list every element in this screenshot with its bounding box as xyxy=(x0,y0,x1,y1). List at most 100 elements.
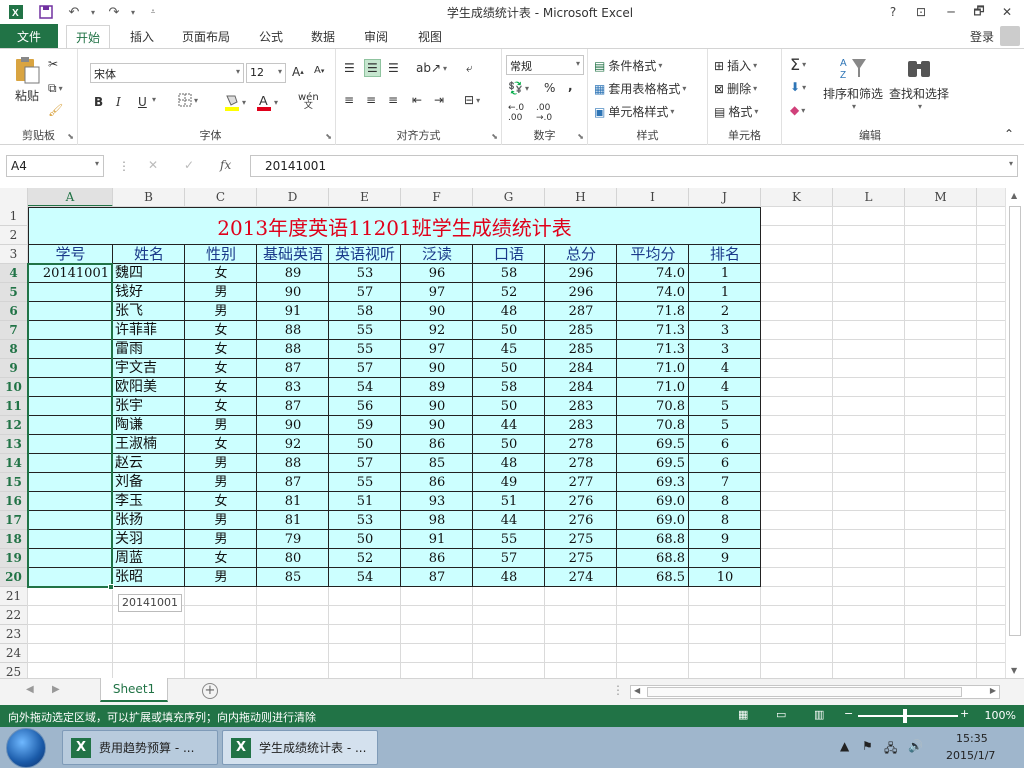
table-cell[interactable]: 74.0 xyxy=(617,264,689,283)
header-cell[interactable]: 性别 xyxy=(185,245,257,264)
grow-font-button[interactable]: A ▴ xyxy=(292,65,304,79)
table-cell[interactable]: 6 xyxy=(689,435,761,454)
login-link[interactable]: 登录 xyxy=(970,28,994,45)
table-cell[interactable]: 10 xyxy=(689,568,761,587)
scroll-left-icon[interactable]: ◀ xyxy=(634,686,640,695)
table-cell[interactable]: 69.0 xyxy=(617,511,689,530)
underline-button[interactable]: U xyxy=(138,95,147,109)
table-cell[interactable]: 53 xyxy=(329,264,401,283)
table-cell[interactable]: 1 xyxy=(689,264,761,283)
table-cell[interactable]: 86 xyxy=(401,549,473,568)
row-header-17[interactable]: 17 xyxy=(0,511,28,530)
next-sheet-icon[interactable]: ▶ xyxy=(52,684,60,695)
column-header-h[interactable]: H xyxy=(545,188,617,207)
table-cell[interactable]: 285 xyxy=(545,321,617,340)
table-cell[interactable]: 57 xyxy=(329,454,401,473)
page-break-view-icon[interactable]: ▥ xyxy=(814,708,824,721)
table-cell[interactable]: 3 xyxy=(689,321,761,340)
table-cell[interactable]: 51 xyxy=(329,492,401,511)
table-cell[interactable]: 8 xyxy=(689,511,761,530)
table-cell[interactable]: 69.5 xyxy=(617,435,689,454)
row-header-13[interactable]: 13 xyxy=(0,435,28,454)
table-cell[interactable]: 1 xyxy=(689,283,761,302)
table-cell[interactable]: 79 xyxy=(257,530,329,549)
ribbon-display-options-icon[interactable]: ⊡ xyxy=(910,3,932,21)
clipboard-launcher-icon[interactable]: ⬊ xyxy=(67,132,74,141)
row-header-11[interactable]: 11 xyxy=(0,397,28,416)
table-cell[interactable]: 91 xyxy=(401,530,473,549)
zoom-level[interactable]: 100% xyxy=(985,709,1016,722)
table-cell[interactable]: 张飞 xyxy=(113,302,185,321)
table-cell[interactable]: 54 xyxy=(329,568,401,587)
row-header-1[interactable]: 1 xyxy=(0,207,28,226)
table-cell[interactable]: 277 xyxy=(545,473,617,492)
table-cell[interactable]: 81 xyxy=(257,511,329,530)
row-header-14[interactable]: 14 xyxy=(0,454,28,473)
decrease-decimal-button[interactable]: .00 →.0 xyxy=(536,103,552,123)
table-cell[interactable]: 女 xyxy=(185,549,257,568)
table-cell[interactable]: 93 xyxy=(401,492,473,511)
vertical-scrollbar[interactable]: ▲ ▼ xyxy=(1005,188,1024,678)
table-cell[interactable]: 68.5 xyxy=(617,568,689,587)
flag-icon[interactable]: ⚑ xyxy=(862,739,873,753)
table-cell[interactable]: 283 xyxy=(545,397,617,416)
table-cell[interactable]: 52 xyxy=(329,549,401,568)
bottom-align-button[interactable]: ☰ xyxy=(388,61,399,75)
table-cell[interactable]: 54 xyxy=(329,378,401,397)
table-cell[interactable]: 71.3 xyxy=(617,321,689,340)
row-header-16[interactable]: 16 xyxy=(0,492,28,511)
alignment-launcher-icon[interactable]: ⬊ xyxy=(491,132,498,141)
table-cell[interactable]: 90 xyxy=(401,302,473,321)
shrink-font-button[interactable]: A ▾ xyxy=(314,65,324,76)
table-cell[interactable]: 275 xyxy=(545,530,617,549)
table-cell[interactable]: 4 xyxy=(689,359,761,378)
tab-review[interactable]: 审阅 xyxy=(356,28,396,48)
table-cell[interactable]: 69.0 xyxy=(617,492,689,511)
table-cell[interactable]: 王淑楠 xyxy=(113,435,185,454)
header-cell[interactable]: 基础英语 xyxy=(257,245,329,264)
table-cell[interactable]: 85 xyxy=(257,568,329,587)
table-cell[interactable]: 2 xyxy=(689,302,761,321)
table-cell[interactable]: 50 xyxy=(473,435,545,454)
header-cell[interactable]: 口语 xyxy=(473,245,545,264)
table-cell[interactable]: 50 xyxy=(473,397,545,416)
table-cell[interactable]: 周蓝 xyxy=(113,549,185,568)
zoom-in-icon[interactable]: + xyxy=(960,707,969,720)
top-align-button[interactable]: ☰ xyxy=(344,61,355,75)
table-cell[interactable]: 287 xyxy=(545,302,617,321)
row-header-24[interactable]: 24 xyxy=(0,644,28,663)
row-header-18[interactable]: 18 xyxy=(0,530,28,549)
taskbar-item-grades[interactable]: X 学生成绩统计表 - ... xyxy=(222,730,378,765)
autosum-button[interactable]: Σ ▾ xyxy=(790,55,806,74)
format-cells-button[interactable]: ▤ 格式 ▾ xyxy=(714,103,758,120)
table-cell[interactable]: 8 xyxy=(689,492,761,511)
add-sheet-icon[interactable]: + xyxy=(202,683,218,699)
font-color-button[interactable]: A ▾ xyxy=(256,93,278,111)
insert-cells-button[interactable]: ⊞ 插入 ▾ xyxy=(714,57,757,74)
table-cell[interactable]: 92 xyxy=(401,321,473,340)
header-cell[interactable]: 总分 xyxy=(545,245,617,264)
minimize-button[interactable]: ─ xyxy=(940,3,962,21)
column-header-f[interactable]: F xyxy=(401,188,473,207)
horizontal-scroll-thumb[interactable] xyxy=(647,687,962,697)
redo-icon[interactable]: ↷ xyxy=(106,4,122,20)
copy-button[interactable]: ⧉ ▾ xyxy=(48,81,63,96)
table-cell[interactable]: 96 xyxy=(401,264,473,283)
table-cell[interactable]: 86 xyxy=(401,435,473,454)
cut-button[interactable]: ✂ xyxy=(48,57,58,71)
table-cell[interactable]: 男 xyxy=(185,416,257,435)
table-cell[interactable]: 278 xyxy=(545,435,617,454)
table-cell[interactable]: 许菲菲 xyxy=(113,321,185,340)
number-launcher-icon[interactable]: ⬊ xyxy=(577,132,584,141)
table-cell[interactable]: 女 xyxy=(185,359,257,378)
table-cell[interactable]: 赵云 xyxy=(113,454,185,473)
table-cell[interactable]: 55 xyxy=(329,473,401,492)
row-header-20[interactable]: 20 xyxy=(0,568,28,587)
column-header-a[interactable]: A xyxy=(28,188,113,207)
table-cell[interactable]: 48 xyxy=(473,454,545,473)
table-cell[interactable]: 张宇 xyxy=(113,397,185,416)
table-cell[interactable]: 68.8 xyxy=(617,549,689,568)
table-cell[interactable]: 90 xyxy=(401,359,473,378)
table-cell[interactable]: 女 xyxy=(185,435,257,454)
table-cell[interactable]: 女 xyxy=(185,397,257,416)
